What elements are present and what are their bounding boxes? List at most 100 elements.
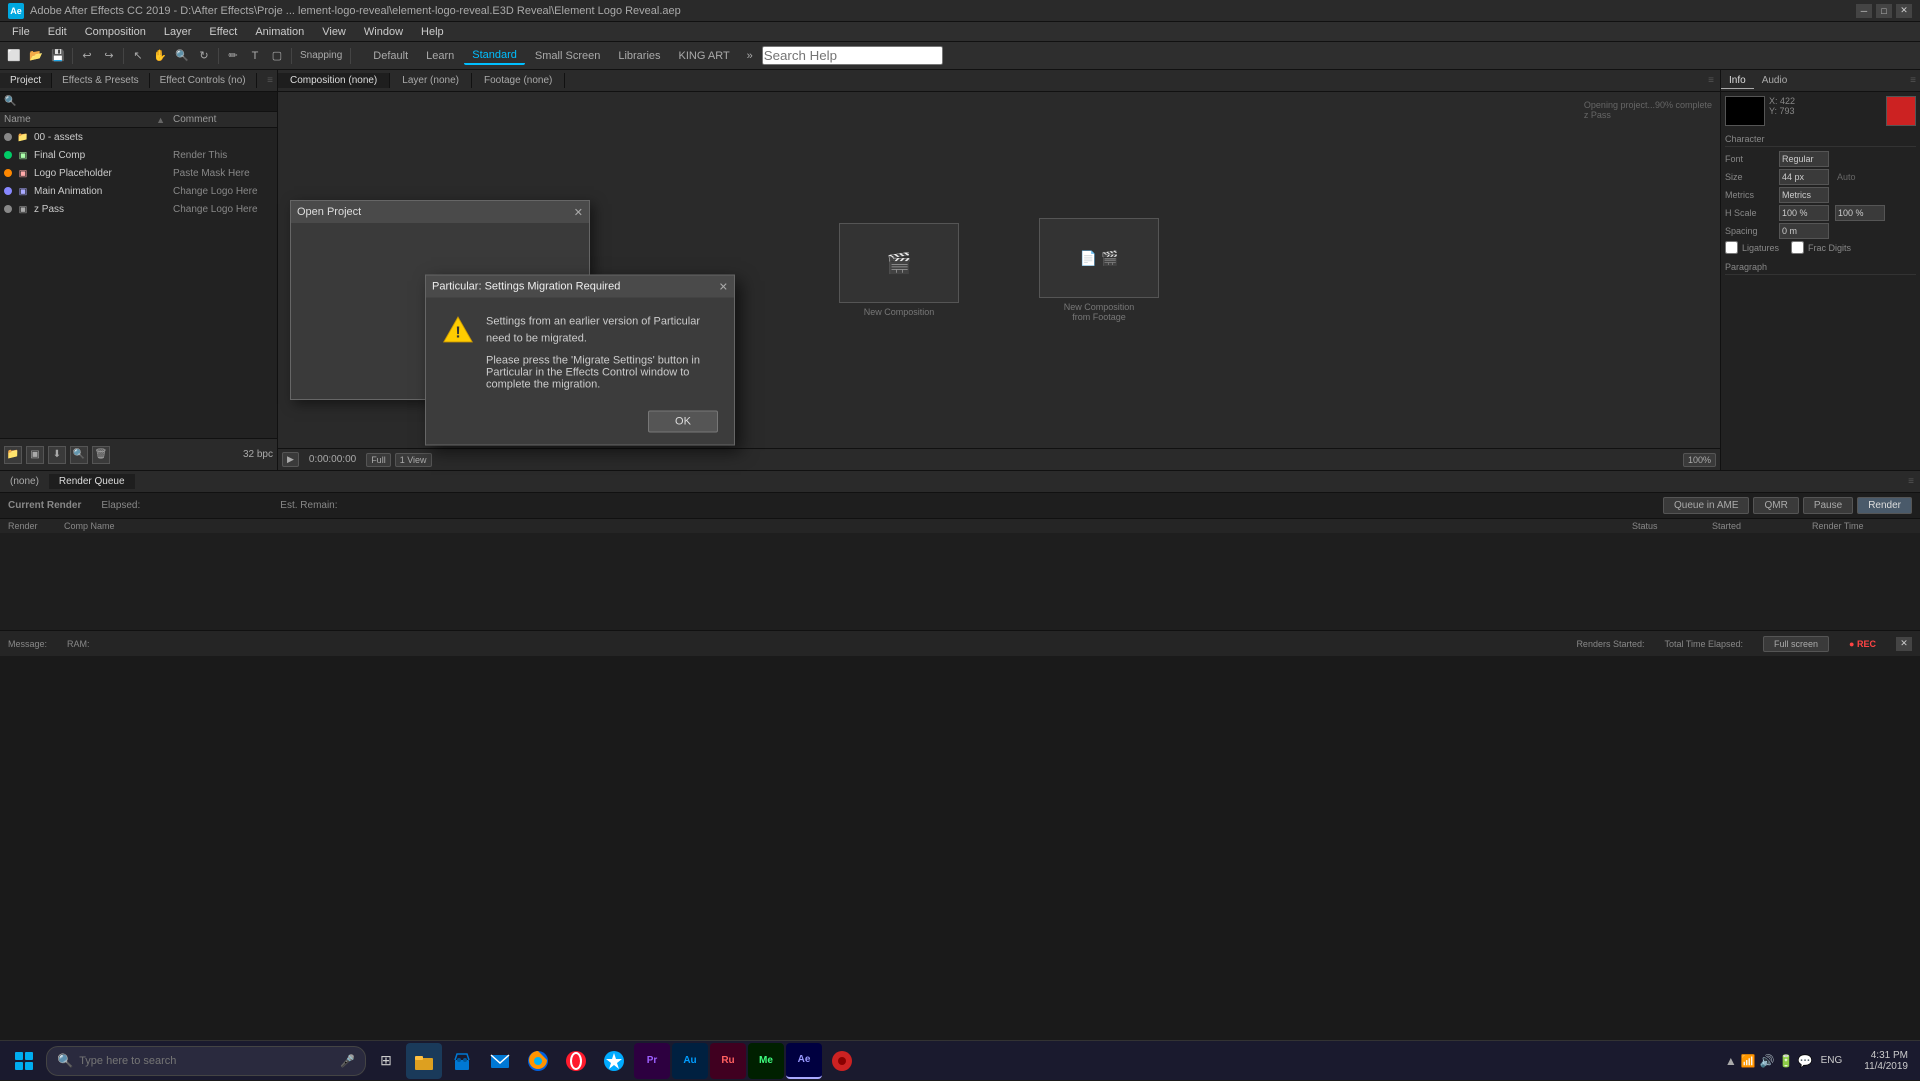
project-search-input[interactable]	[20, 96, 273, 107]
pause-btn[interactable]: Pause	[1803, 497, 1853, 514]
firefox-btn[interactable]	[520, 1043, 556, 1079]
ligatures-checkbox[interactable]	[1725, 241, 1738, 254]
scale-h-input[interactable]	[1779, 205, 1829, 221]
workspace-small-screen[interactable]: Small Screen	[527, 48, 608, 64]
toolbar-select[interactable]: ↖	[128, 46, 148, 66]
list-item[interactable]: 📁 00 - assets	[0, 128, 277, 146]
new-comp-option[interactable]: 🎬 New Composition	[839, 223, 959, 317]
open-project-close-btn[interactable]: ✕	[574, 206, 583, 219]
tab-effects-presets[interactable]: Effects & Presets	[52, 73, 150, 88]
resolution-btn[interactable]: Full	[366, 453, 391, 467]
tab-render-queue[interactable]: Render Queue	[49, 474, 135, 489]
start-button[interactable]	[4, 1041, 44, 1081]
file-explorer-btn[interactable]	[406, 1043, 442, 1079]
workspace-learn[interactable]: Learn	[418, 48, 462, 64]
new-folder-btn[interactable]: 📁	[4, 446, 22, 464]
tray-volume-icon[interactable]: 🔊	[1760, 1054, 1775, 1068]
microphone-icon[interactable]: 🎤	[340, 1054, 355, 1068]
tab-composition[interactable]: Composition (none)	[278, 73, 390, 88]
maximize-button[interactable]: □	[1876, 4, 1892, 18]
tab-audio[interactable]: Audio	[1754, 73, 1796, 88]
fullscreen-btn[interactable]: Full screen	[1763, 636, 1829, 652]
menu-edit[interactable]: Edit	[40, 24, 75, 40]
metrics-input[interactable]	[1779, 187, 1829, 203]
size-input[interactable]	[1779, 169, 1829, 185]
new-comp-from-footage-option[interactable]: 📄 🎬 New Compositionfrom Footage	[1039, 218, 1159, 322]
menu-animation[interactable]: Animation	[247, 24, 312, 40]
workspace-king-art[interactable]: KING ART	[671, 48, 738, 64]
tab-none[interactable]: (none)	[0, 474, 49, 489]
store-btn[interactable]	[444, 1043, 480, 1079]
delete-btn[interactable]: 🗑	[92, 446, 110, 464]
minimize-button[interactable]: ─	[1856, 4, 1872, 18]
media-encoder-btn[interactable]: Me	[748, 1043, 784, 1079]
migration-ok-btn[interactable]: OK	[648, 411, 718, 433]
tab-info[interactable]: Info	[1721, 73, 1754, 89]
taskview-btn[interactable]: ⊞	[368, 1043, 404, 1079]
workspace-standard[interactable]: Standard	[464, 47, 525, 65]
menu-file[interactable]: File	[4, 24, 38, 40]
tab-footage[interactable]: Footage (none)	[472, 73, 565, 88]
toolbar-new[interactable]: ⬜	[4, 46, 24, 66]
toolbar-shape[interactable]: ▢	[267, 46, 287, 66]
workspace-libraries[interactable]: Libraries	[610, 48, 668, 64]
menu-layer[interactable]: Layer	[156, 24, 200, 40]
panel-options-icon[interactable]: ≡	[263, 75, 277, 86]
after-effects-btn[interactable]: Ae	[786, 1043, 822, 1079]
toolbar-zoom[interactable]: 🔍	[172, 46, 192, 66]
movie-btn[interactable]	[824, 1043, 860, 1079]
taskbar-search-input[interactable]	[79, 1055, 334, 1067]
toolbar-hand[interactable]: ✋	[150, 46, 170, 66]
menu-window[interactable]: Window	[356, 24, 411, 40]
toolbar-text[interactable]: T	[245, 46, 265, 66]
toolbar-undo[interactable]: ↩	[77, 46, 97, 66]
opera-btn[interactable]	[558, 1043, 594, 1079]
toolbar-redo[interactable]: ↪	[99, 46, 119, 66]
render-btn[interactable]: Render	[1857, 497, 1912, 514]
view-btn[interactable]: 1 View	[395, 453, 432, 467]
tray-battery-icon[interactable]: 🔋	[1779, 1054, 1794, 1068]
tab-effect-controls[interactable]: Effect Controls (no)	[150, 73, 257, 88]
menu-effect[interactable]: Effect	[201, 24, 245, 40]
list-item[interactable]: ▣ Final Comp Render This	[0, 146, 277, 164]
queue-in-ame-btn[interactable]: Queue in AME	[1663, 497, 1749, 514]
migration-close-btn[interactable]: ✕	[719, 280, 728, 293]
close-button[interactable]: ✕	[1896, 4, 1912, 18]
taskbar-search[interactable]: 🔍 🎤	[46, 1046, 366, 1076]
toolbar-pen[interactable]: ✏	[223, 46, 243, 66]
status-close-btn[interactable]: ✕	[1896, 637, 1912, 651]
play-btn[interactable]: ▶	[282, 452, 299, 467]
right-panel-options[interactable]: ≡	[1906, 75, 1920, 86]
mail-btn[interactable]	[482, 1043, 518, 1079]
tray-notification-icon[interactable]: 💬	[1798, 1054, 1813, 1068]
toolbar-open[interactable]: 📂	[26, 46, 46, 66]
tray-network-icon[interactable]: 📶	[1741, 1054, 1756, 1068]
toolbar-save[interactable]: 💾	[48, 46, 68, 66]
center-panel-options[interactable]: ≡	[1702, 75, 1720, 86]
unknown1-btn[interactable]	[596, 1043, 632, 1079]
toolbar-rotate[interactable]: ↻	[194, 46, 214, 66]
workspace-default[interactable]: Default	[365, 48, 416, 64]
audition-btn[interactable]: Au	[672, 1043, 708, 1079]
timeline-options[interactable]: ≡	[1902, 476, 1920, 487]
list-item[interactable]: ▣ Logo Placeholder Paste Mask Here	[0, 164, 277, 182]
scale-v-input[interactable]	[1835, 205, 1885, 221]
tray-expand-icon[interactable]: ▲	[1725, 1054, 1737, 1068]
new-comp-btn[interactable]: ▣	[26, 446, 44, 464]
menu-view[interactable]: View	[314, 24, 354, 40]
font-input[interactable]	[1779, 151, 1829, 167]
frac-checkbox[interactable]	[1791, 241, 1804, 254]
qmr-btn[interactable]: QMR	[1753, 497, 1798, 514]
menu-composition[interactable]: Composition	[77, 24, 154, 40]
search-help-input[interactable]	[762, 46, 943, 65]
list-item[interactable]: ▣ z Pass Change Logo Here	[0, 200, 277, 218]
workspace-overflow[interactable]: »	[740, 46, 760, 66]
tab-project[interactable]: Project	[0, 73, 52, 88]
tab-layer[interactable]: Layer (none)	[390, 73, 472, 88]
zoom-btn[interactable]: 100%	[1683, 453, 1716, 467]
menu-help[interactable]: Help	[413, 24, 452, 40]
list-item[interactable]: ▣ Main Animation Change Logo Here	[0, 182, 277, 200]
taskbar-clock[interactable]: 4:31 PM 11/4/2019	[1856, 1050, 1916, 1072]
premiere-pro-btn[interactable]: Pr	[634, 1043, 670, 1079]
spacing-input[interactable]	[1779, 223, 1829, 239]
